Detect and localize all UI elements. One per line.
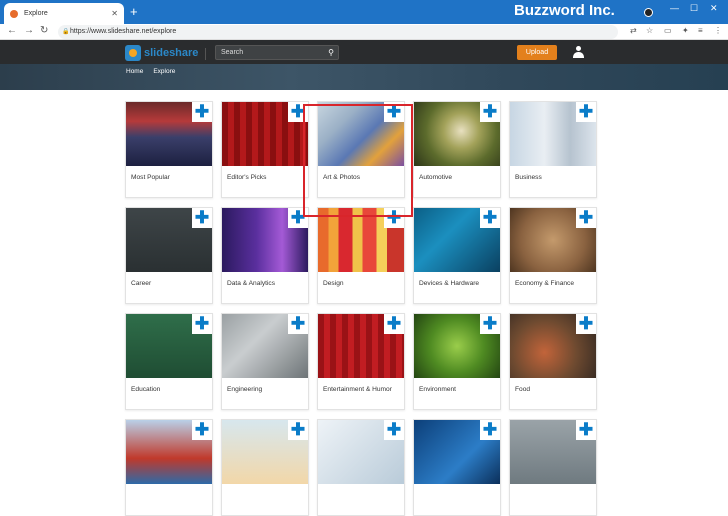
category-card[interactable]: ✚	[509, 419, 597, 516]
reading-list-icon[interactable]: ≡	[698, 26, 703, 35]
follow-plus-icon[interactable]: ✚	[480, 420, 500, 440]
search-icon[interactable]: ⚲	[328, 46, 334, 59]
category-card[interactable]: ✚ Engineering	[221, 313, 309, 410]
category-card[interactable]: ✚	[317, 419, 405, 516]
category-label: Career	[131, 280, 152, 287]
category-card[interactable]: ✚	[125, 419, 213, 516]
tab-close-icon[interactable]: ✕	[111, 9, 118, 18]
slideshare-logo-icon	[125, 45, 141, 61]
category-label: Economy & Finance	[515, 280, 575, 287]
upload-button[interactable]: Upload	[517, 45, 557, 60]
address-bar-row: ← → ↻ 🔒 https://www.slideshare.net/explo…	[0, 24, 728, 40]
header-divider	[205, 48, 206, 60]
category-label: Data & Analytics	[227, 280, 276, 287]
follow-plus-icon[interactable]: ✚	[192, 420, 212, 440]
follow-plus-icon[interactable]: ✚	[288, 314, 308, 334]
category-card[interactable]: ✚ Most Popular	[125, 101, 213, 198]
category-card[interactable]: ✚	[221, 419, 309, 516]
translate-icon[interactable]: ⇄	[630, 26, 637, 35]
follow-plus-icon[interactable]: ✚	[192, 208, 212, 228]
cast-icon[interactable]: ▭	[664, 26, 672, 35]
url-field[interactable]: 🔒 https://www.slideshare.net/explore	[58, 25, 618, 39]
slideshare-logo[interactable]: slideshare	[125, 45, 198, 61]
follow-plus-icon[interactable]: ✚	[576, 208, 596, 228]
search-placeholder: Search	[221, 49, 244, 56]
category-card[interactable]: ✚ Automotive	[413, 101, 501, 198]
profile-dot-icon[interactable]	[644, 8, 653, 17]
maximize-icon[interactable]: ☐	[690, 3, 698, 14]
category-card[interactable]: ✚ Devices & Hardware	[413, 207, 501, 304]
category-label: Automotive	[419, 174, 452, 181]
follow-plus-icon[interactable]: ✚	[288, 420, 308, 440]
new-tab-button[interactable]: +	[130, 4, 138, 20]
extensions-icon[interactable]: ✦	[682, 26, 689, 35]
category-label: Business	[515, 174, 542, 181]
follow-plus-icon[interactable]: ✚	[384, 314, 404, 334]
category-card[interactable]: ✚ Career	[125, 207, 213, 304]
back-icon[interactable]: ←	[7, 25, 17, 36]
category-card[interactable]: ✚ Editor's Picks	[221, 101, 309, 198]
browser-tab-strip: Explore ✕ + Buzzword Inc. — ☐ ✕	[0, 0, 728, 24]
follow-plus-icon[interactable]: ✚	[576, 420, 596, 440]
follow-plus-icon[interactable]: ✚	[576, 102, 596, 122]
category-label: Education	[131, 386, 161, 393]
browser-tab[interactable]: Explore ✕	[4, 3, 124, 24]
minimize-icon[interactable]: —	[670, 3, 679, 13]
category-label: Editor's Picks	[227, 174, 267, 181]
follow-plus-icon[interactable]: ✚	[576, 314, 596, 334]
category-card[interactable]: ✚ Environment	[413, 313, 501, 410]
category-label: Design	[323, 280, 344, 287]
site-header: slideshare Search ⚲ Upload Home Explore	[0, 40, 728, 90]
tab-title: Explore	[24, 10, 48, 17]
search-input[interactable]: Search ⚲	[215, 45, 339, 60]
header-banner	[0, 64, 728, 90]
follow-plus-icon[interactable]: ✚	[384, 420, 404, 440]
category-label: Food	[515, 386, 531, 393]
watermark-brand: Buzzword Inc.	[514, 2, 615, 19]
category-card[interactable]: ✚ Data & Analytics	[221, 207, 309, 304]
category-card[interactable]: ✚ Business	[509, 101, 597, 198]
bookmark-star-icon[interactable]: ☆	[646, 26, 653, 35]
category-card[interactable]: ✚ Design	[317, 207, 405, 304]
logo-text: slideshare	[144, 47, 199, 59]
category-card[interactable]: ✚	[413, 419, 501, 516]
forward-icon[interactable]: →	[24, 25, 34, 36]
url-text: https://www.slideshare.net/explore	[70, 28, 177, 35]
category-card[interactable]: ✚ Education	[125, 313, 213, 410]
category-card[interactable]: ✚ Food	[509, 313, 597, 410]
category-label: Entertainment & Humor	[323, 386, 392, 393]
lock-icon: 🔒	[62, 29, 70, 35]
close-window-icon[interactable]: ✕	[710, 3, 718, 14]
category-label: Environment	[419, 386, 457, 393]
subnav: Home Explore	[126, 68, 175, 75]
category-label: Most Popular	[131, 174, 170, 181]
user-account-icon[interactable]	[573, 45, 584, 59]
follow-plus-icon[interactable]: ✚	[480, 314, 500, 334]
follow-plus-icon[interactable]: ✚	[480, 208, 500, 228]
category-label: Engineering	[227, 386, 263, 393]
nav-home[interactable]: Home	[126, 68, 143, 75]
design-highlight-box	[303, 104, 413, 217]
category-label: Devices & Hardware	[419, 280, 480, 287]
menu-kebab-icon[interactable]: ⋮	[714, 26, 722, 35]
follow-plus-icon[interactable]: ✚	[192, 314, 212, 334]
follow-plus-icon[interactable]: ✚	[480, 102, 500, 122]
follow-plus-icon[interactable]: ✚	[192, 102, 212, 122]
slideshare-favicon-icon	[10, 9, 18, 18]
reload-icon[interactable]: ↻	[40, 25, 48, 36]
category-card[interactable]: ✚ Economy & Finance	[509, 207, 597, 304]
nav-explore[interactable]: Explore	[153, 68, 175, 75]
category-card[interactable]: ✚ Entertainment & Humor	[317, 313, 405, 410]
